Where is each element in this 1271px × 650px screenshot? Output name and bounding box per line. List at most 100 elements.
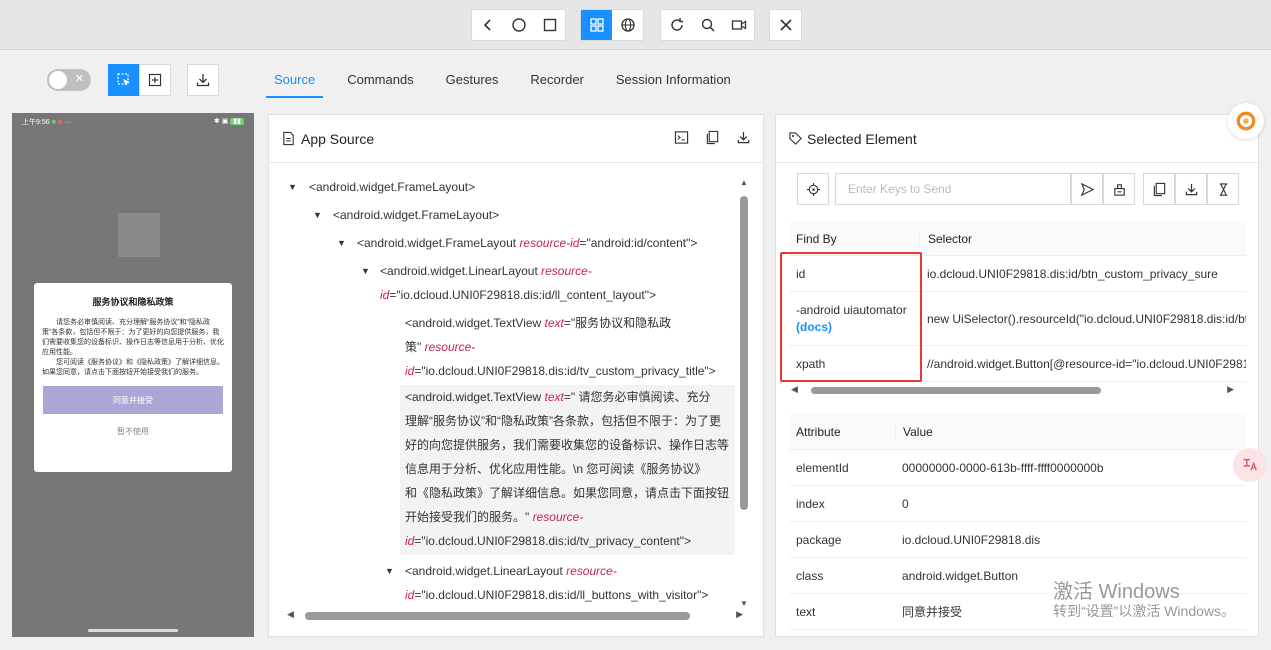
back-button[interactable] bbox=[472, 10, 503, 40]
node-tag: <android.widget.TextView bbox=[405, 316, 545, 330]
node-tag: <android.widget.FrameLayout bbox=[357, 236, 520, 250]
tab-session-information[interactable]: Session Information bbox=[600, 62, 747, 98]
refuse-button[interactable]: 暂不使用 bbox=[42, 426, 224, 437]
video-icon bbox=[731, 20, 746, 30]
crosshair-icon bbox=[806, 182, 820, 196]
selector-value: io.dcloud.UNI0F29818.dis:id/btn_custom_p… bbox=[927, 266, 1218, 281]
select-elements-button[interactable] bbox=[108, 64, 140, 96]
clear-element-button[interactable] bbox=[1103, 173, 1135, 205]
terminal-icon[interactable] bbox=[674, 130, 689, 148]
selector-value: //android.widget.Button[@resource-id="io… bbox=[927, 356, 1246, 371]
scroll-left-icon[interactable]: ◀ bbox=[791, 384, 798, 395]
windows-activation-hint: 转到“设置”以激活 Windows。 bbox=[1053, 603, 1236, 619]
copy-icon bbox=[1153, 182, 1165, 196]
search-button[interactable] bbox=[692, 10, 723, 40]
attribute-name: class bbox=[796, 568, 824, 583]
native-context-button[interactable] bbox=[581, 10, 612, 40]
tap-coordinates-button[interactable] bbox=[139, 64, 171, 96]
node-attr-name: id bbox=[405, 588, 415, 602]
scrollbar-thumb[interactable] bbox=[740, 196, 748, 510]
status-bar: 上午9:56 ■ ■ ··· ✱ ▣ ▮▮ bbox=[12, 113, 254, 131]
download-icon bbox=[1185, 183, 1197, 195]
node-attr-name: resource- bbox=[532, 510, 584, 524]
tree-node-cont: id="io.dcloud.UNI0F29818.dis:id/tv_custo… bbox=[405, 359, 716, 383]
table-row[interactable]: index 0 bbox=[789, 486, 1246, 522]
dialog-title: 服务协议和隐私政策 bbox=[92, 297, 174, 307]
recent-apps-button[interactable] bbox=[534, 10, 565, 40]
scroll-right-icon[interactable]: ▶ bbox=[1227, 384, 1234, 395]
scrollbar-thumb[interactable] bbox=[811, 387, 1101, 394]
table-row[interactable]: elementId 00000000-0000-613b-ffff-ffff000… bbox=[789, 450, 1246, 486]
source-tree: ▼ <android.widget.FrameLayout> ▼ <androi… bbox=[283, 175, 735, 605]
node-tag: <android.widget.LinearLayout bbox=[380, 264, 542, 278]
refresh-icon bbox=[670, 18, 683, 31]
tap-element-button[interactable] bbox=[797, 173, 829, 205]
quit-group bbox=[769, 9, 802, 41]
floating-translate-icon[interactable] bbox=[1233, 448, 1267, 482]
node-attr-name: resource-id bbox=[519, 236, 580, 250]
timing-button[interactable] bbox=[1207, 173, 1239, 205]
plus-square-icon bbox=[148, 73, 162, 87]
scroll-down-icon[interactable]: ▼ bbox=[740, 599, 748, 608]
download-icon[interactable] bbox=[736, 130, 751, 148]
node-attr-value: ="io.dcloud.UNI0F29818.dis:id/ll_buttons… bbox=[414, 588, 709, 602]
node-attr-value: 策" bbox=[405, 340, 425, 354]
app-source-title: App Source bbox=[301, 130, 375, 147]
refresh-button[interactable] bbox=[661, 10, 692, 40]
expand-caret-icon[interactable]: ▼ bbox=[337, 231, 346, 255]
send-keys-input[interactable]: Enter Keys to Send bbox=[835, 173, 1071, 205]
eraser-icon bbox=[1113, 183, 1125, 196]
tab-commands[interactable]: Commands bbox=[331, 62, 429, 98]
tree-node[interactable]: <android.widget.FrameLayout resource-id=… bbox=[357, 231, 697, 255]
scroll-right-icon[interactable]: ▶ bbox=[736, 609, 743, 620]
tree-node[interactable]: <android.widget.FrameLayout> bbox=[309, 175, 475, 199]
tree-node[interactable]: <android.widget.LinearLayout resource- bbox=[405, 559, 617, 583]
tab-gestures[interactable]: Gestures bbox=[430, 62, 515, 98]
tree-node[interactable]: <android.widget.LinearLayout resource- bbox=[380, 259, 592, 283]
scrollbar-thumb[interactable] bbox=[305, 612, 690, 620]
node-attr-name: id bbox=[380, 288, 390, 302]
download-element-button[interactable] bbox=[1175, 173, 1207, 205]
node-tag: <android.widget.FrameLayout> bbox=[309, 180, 476, 194]
tree-node[interactable]: <android.widget.FrameLayout> bbox=[333, 203, 499, 227]
quit-session-button[interactable] bbox=[770, 10, 801, 40]
node-attr-value: 开始接受我们的服务。" bbox=[405, 510, 533, 524]
show-attributes-toggle[interactable]: ✕ bbox=[47, 69, 91, 91]
node-attr-name: resource- bbox=[566, 564, 617, 578]
node-tag: <android.widget.FrameLayout> bbox=[333, 208, 500, 222]
expand-caret-icon[interactable]: ▼ bbox=[288, 175, 297, 199]
selected-element-header: Selected Element bbox=[776, 115, 1258, 163]
tree-node[interactable]: <android.widget.TextView text="服务协议和隐私政 bbox=[405, 311, 671, 335]
node-attr-value: ="io.dcloud.UNI0F29818.dis:id/tv_custom_… bbox=[414, 364, 716, 378]
scroll-up-icon[interactable]: ▲ bbox=[740, 178, 748, 187]
file-icon bbox=[283, 131, 294, 146]
tree-node-selected[interactable]: <android.widget.TextView text=" 请您务必审慎阅读… bbox=[400, 385, 735, 555]
record-button[interactable] bbox=[723, 10, 754, 40]
tab-source[interactable]: Source bbox=[258, 62, 331, 98]
send-keys-button[interactable] bbox=[1071, 173, 1103, 205]
device-screenshot[interactable]: 上午9:56 ■ ■ ··· ✱ ▣ ▮▮ 服务协议和隐私政策 请您务必审慎阅读… bbox=[12, 113, 254, 637]
value-header: Value bbox=[895, 424, 933, 439]
agree-button[interactable]: 同意并接受 bbox=[43, 386, 223, 414]
tree-node-cont: 策" resource- bbox=[405, 335, 475, 359]
copy-attributes-button[interactable] bbox=[1143, 173, 1175, 205]
battery-icon: ✱ ▣ ▮▮ bbox=[214, 117, 244, 127]
table-row[interactable]: package io.dcloud.UNI0F29818.dis bbox=[789, 522, 1246, 558]
web-context-button[interactable] bbox=[612, 10, 643, 40]
expand-caret-icon[interactable]: ▼ bbox=[313, 203, 322, 227]
attribute-value: 00000000-0000-613b-ffff-ffff0000000b bbox=[902, 460, 1104, 475]
attribute-value: io.dcloud.UNI0F29818.dis bbox=[902, 532, 1041, 547]
home-button[interactable] bbox=[503, 10, 534, 40]
floating-assistant-icon[interactable] bbox=[1228, 103, 1264, 139]
scroll-left-icon[interactable]: ◀ bbox=[287, 609, 294, 620]
find-by-horizontal-scrollbar[interactable]: ◀ ▶ bbox=[789, 384, 1246, 396]
source-horizontal-scrollbar[interactable]: ◀ ▶ bbox=[285, 608, 745, 622]
dialog-body: 您可阅读《服务协议》和《隐私政策》了解详细信息。如果您同意，请点击下面按钮开始接… bbox=[42, 359, 224, 376]
expand-caret-icon[interactable]: ▼ bbox=[385, 559, 394, 583]
tab-recorder[interactable]: Recorder bbox=[514, 62, 599, 98]
attribute-value: 0 bbox=[902, 496, 909, 511]
expand-caret-icon[interactable]: ▼ bbox=[361, 259, 370, 283]
source-vertical-scrollbar[interactable]: ▲ ▼ bbox=[739, 178, 749, 608]
download-screenshot-button[interactable] bbox=[187, 64, 219, 96]
copy-icon[interactable] bbox=[705, 130, 720, 148]
